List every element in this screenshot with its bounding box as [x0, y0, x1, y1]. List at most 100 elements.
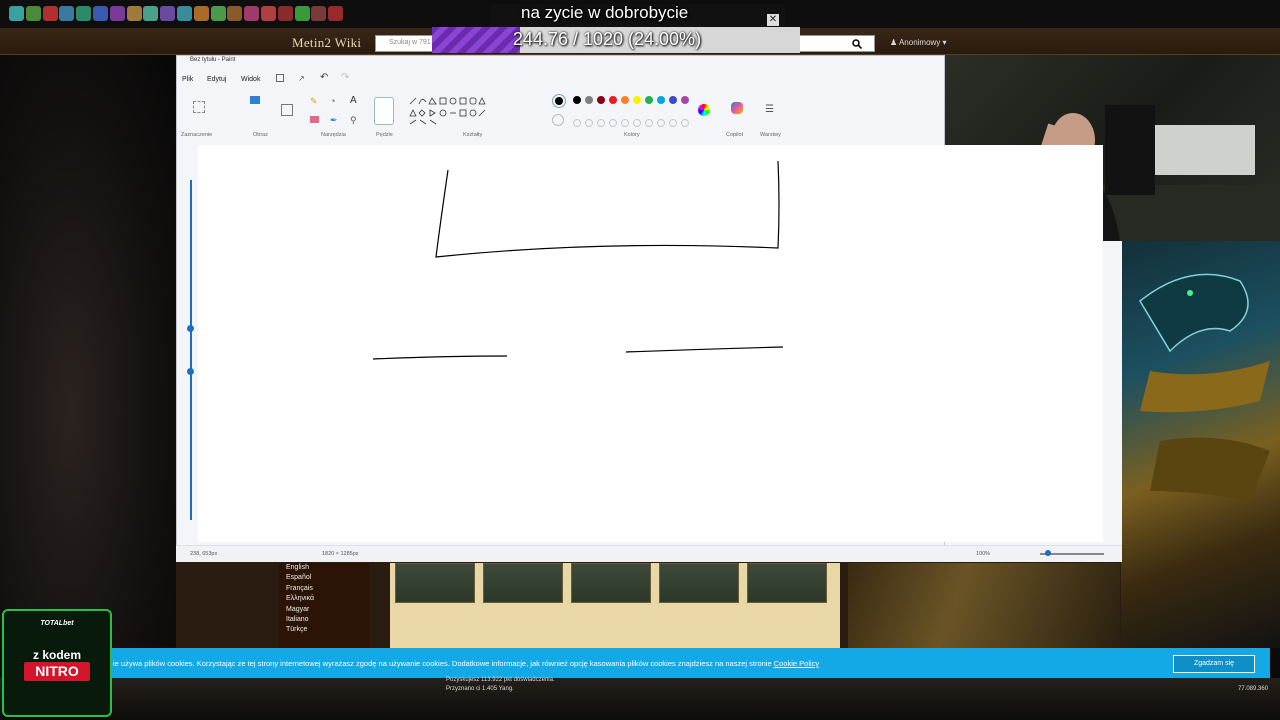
- save-icon[interactable]: [276, 74, 284, 82]
- user-menu[interactable]: ♟ Anonimowy ▾: [890, 38, 947, 47]
- slider-knob[interactable]: [187, 368, 194, 375]
- skill-icon[interactable]: [193, 6, 209, 21]
- skill-icon[interactable]: [294, 6, 310, 21]
- group-label: Narzędzia: [321, 132, 346, 138]
- search-icon[interactable]: [852, 39, 863, 50]
- brush-button[interactable]: [374, 97, 394, 125]
- paint-window-title: Bez tytułu - Paint: [190, 57, 236, 63]
- menu-view[interactable]: Widok: [241, 76, 260, 83]
- skill-icon[interactable]: [328, 6, 344, 21]
- accept-cookies-button[interactable]: Zgadzam się: [1173, 655, 1255, 673]
- color-swatch[interactable]: [657, 96, 665, 104]
- skill-icon[interactable]: [160, 6, 176, 21]
- item-card[interactable]: [395, 563, 475, 603]
- empty-color-swatch[interactable]: [681, 119, 689, 127]
- color-swatch[interactable]: [585, 96, 593, 104]
- empty-color-swatch[interactable]: [669, 119, 677, 127]
- skill-icon[interactable]: [126, 6, 142, 21]
- skill-icon[interactable]: [227, 6, 243, 21]
- empty-color-swatch[interactable]: [633, 119, 641, 127]
- item-card[interactable]: [659, 563, 739, 603]
- stream-title: na zycie w dobrobycie: [521, 3, 689, 22]
- group-label: Warstwy: [760, 132, 781, 138]
- game-taskbar: [0, 678, 1280, 720]
- pencil-icon[interactable]: ✎: [310, 96, 318, 107]
- empty-color-swatch[interactable]: [597, 119, 605, 127]
- language-link[interactable]: Türkçe: [286, 626, 307, 633]
- language-link[interactable]: English: [286, 564, 309, 571]
- copilot-icon[interactable]: [731, 102, 743, 114]
- color-swatch[interactable]: [573, 96, 581, 104]
- color-2-swatch[interactable]: [552, 114, 564, 126]
- empty-color-swatch[interactable]: [621, 119, 629, 127]
- skill-icon[interactable]: [143, 6, 159, 21]
- language-link[interactable]: Español: [286, 574, 311, 581]
- color-swatch[interactable]: [597, 96, 605, 104]
- language-link[interactable]: Français: [286, 585, 313, 592]
- text-icon[interactable]: A: [350, 95, 357, 106]
- skill-icon[interactable]: [59, 6, 75, 21]
- shapes-gallery[interactable]: [408, 96, 488, 126]
- goal-progress-text: 244.76 / 1020 (24.00%): [512, 29, 702, 49]
- redo-icon[interactable]: ↷: [341, 72, 349, 83]
- close-icon[interactable]: ✕: [767, 14, 779, 26]
- skill-icon[interactable]: [25, 6, 41, 21]
- share-icon[interactable]: ↗: [298, 74, 305, 83]
- group-label: Zaznaczenie: [181, 132, 213, 138]
- game-chat-message: Przyznano ci 1.405 Yang.: [446, 686, 514, 692]
- wiki-logo[interactable]: Metin2 Wiki: [292, 35, 361, 51]
- color-picker-icon[interactable]: ✒: [330, 115, 338, 126]
- skill-icon[interactable]: [9, 6, 24, 21]
- menu-file[interactable]: Plik: [182, 76, 193, 83]
- skill-icon[interactable]: [244, 6, 260, 21]
- item-card[interactable]: [747, 563, 827, 603]
- item-card[interactable]: [483, 563, 563, 603]
- skill-icon[interactable]: [42, 6, 58, 21]
- empty-color-swatch[interactable]: [609, 119, 617, 127]
- zoom-slider-knob[interactable]: [1045, 550, 1051, 556]
- skill-icon[interactable]: [277, 6, 293, 21]
- skill-icon[interactable]: [109, 6, 125, 21]
- zoom-level[interactable]: 100%: [976, 551, 990, 557]
- fill-icon[interactable]: ◔: [330, 96, 335, 106]
- crop-icon[interactable]: [250, 96, 260, 104]
- selection-tool[interactable]: [193, 101, 205, 113]
- color-swatch[interactable]: [621, 96, 629, 104]
- sponsor-code: NITRO: [24, 662, 90, 681]
- cookie-policy-link[interactable]: Cookie Policy: [774, 659, 819, 668]
- eraser-icon[interactable]: [310, 116, 319, 123]
- color-swatch[interactable]: [645, 96, 653, 104]
- magnifier-icon[interactable]: ⚲: [350, 115, 357, 126]
- color-swatch[interactable]: [609, 96, 617, 104]
- brush-size-slider[interactable]: [190, 180, 192, 520]
- skill-icon[interactable]: [93, 6, 108, 21]
- skill-icon[interactable]: [177, 6, 192, 21]
- language-link[interactable]: Italiano: [286, 616, 309, 623]
- drawing-canvas[interactable]: [198, 145, 1103, 542]
- empty-color-swatch[interactable]: [657, 119, 665, 127]
- color-swatch[interactable]: [633, 96, 641, 104]
- skill-icon[interactable]: [261, 6, 276, 21]
- group-label: Obraz: [253, 132, 268, 138]
- empty-color-swatch[interactable]: [573, 119, 581, 127]
- image-tool[interactable]: [281, 104, 293, 116]
- slider-knob[interactable]: [187, 325, 194, 332]
- skill-icon[interactable]: [311, 6, 327, 21]
- menu-edit[interactable]: Edytuj: [207, 76, 226, 83]
- canvas-size: 1820 × 1285px: [322, 551, 359, 557]
- language-link[interactable]: Ελληνικά: [286, 595, 314, 602]
- skill-icon[interactable]: [210, 6, 226, 21]
- item-card[interactable]: [571, 563, 651, 603]
- skill-icon[interactable]: [76, 6, 92, 21]
- cursor-position: 238, 653px: [190, 551, 218, 557]
- yang-counter: 77.089.360: [1238, 686, 1269, 692]
- empty-color-swatch[interactable]: [645, 119, 653, 127]
- empty-color-swatch[interactable]: [585, 119, 593, 127]
- layers-icon[interactable]: ☰: [765, 104, 774, 115]
- language-link[interactable]: Magyar: [286, 606, 309, 613]
- user-name: Anonimowy: [898, 38, 941, 47]
- undo-icon[interactable]: ↶: [320, 72, 328, 83]
- color-swatch[interactable]: [681, 96, 689, 104]
- color-swatch[interactable]: [669, 96, 677, 104]
- edit-colors-icon[interactable]: [698, 104, 710, 116]
